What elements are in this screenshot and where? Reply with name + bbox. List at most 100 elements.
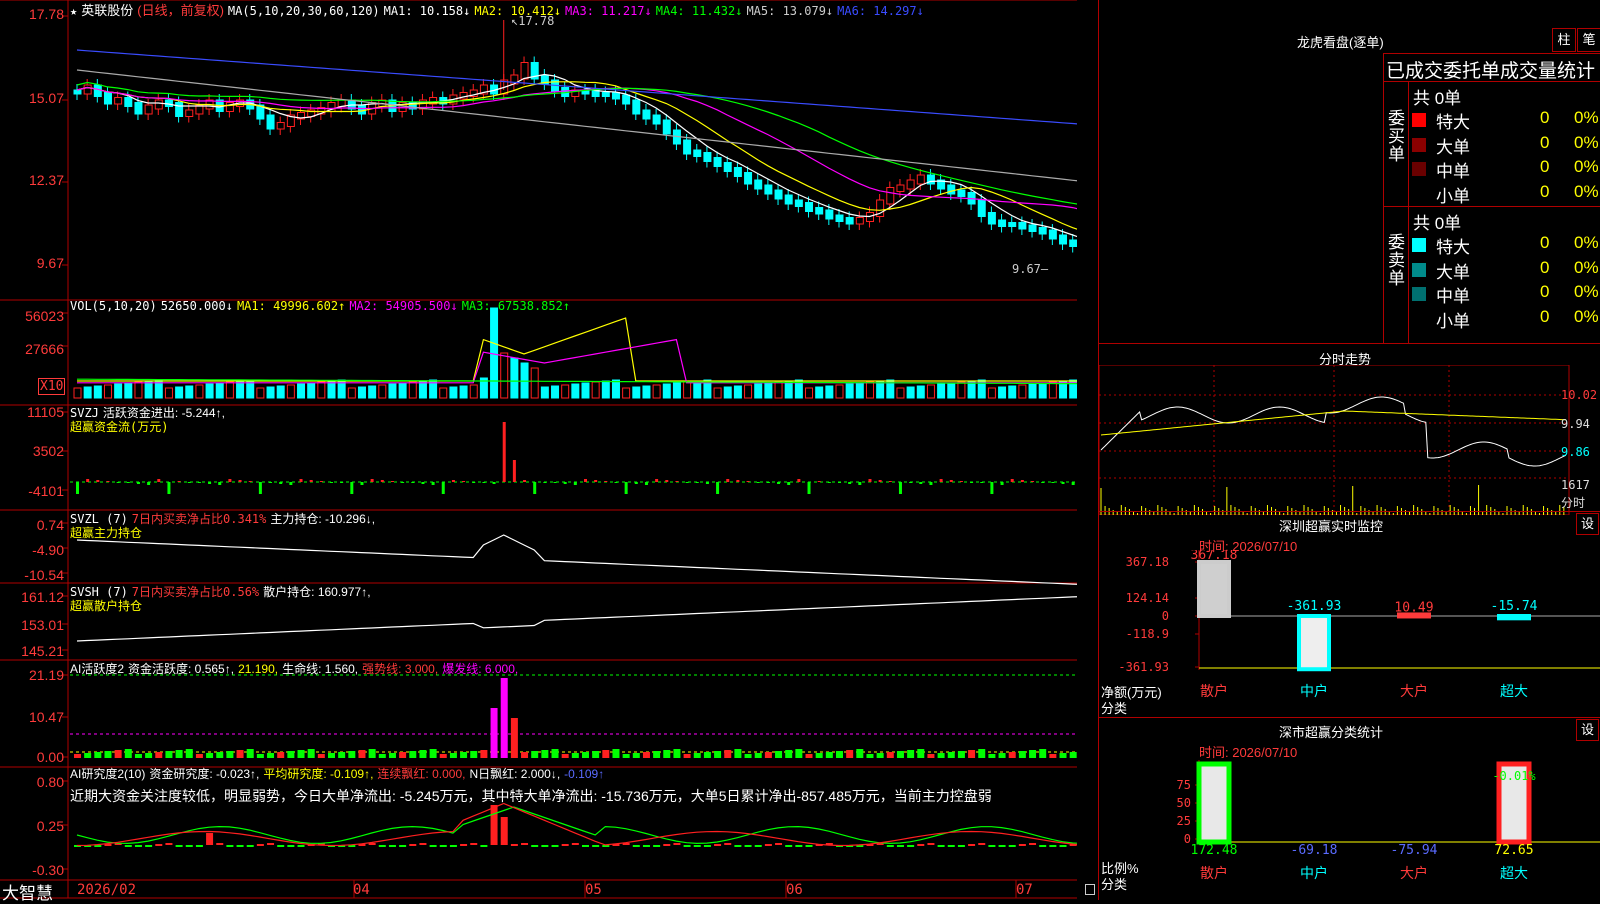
svzj-bar — [126, 482, 130, 483]
ai2-bar — [734, 749, 742, 758]
candle-body — [744, 172, 753, 185]
svzj-bar — [177, 481, 181, 482]
ai3-bar — [409, 844, 417, 846]
monitor-value: -361.93 — [1287, 599, 1342, 614]
bar-view-button[interactable]: 柱 — [1552, 28, 1576, 52]
candle-body — [175, 102, 184, 117]
kline-chart-area[interactable]: ★ 英联股份 (日线，前复权) MA(5,10,20,30,60,120) MA1: 1… — [0, 0, 1095, 903]
volume-bar — [998, 386, 1007, 399]
ai3-bar — [988, 845, 996, 847]
candle-body — [124, 97, 133, 107]
ai2-bar — [277, 752, 285, 758]
ai2-bar — [348, 751, 356, 758]
ai2-item: 强势线: 3.000, — [362, 662, 439, 676]
ai2-bar — [317, 754, 325, 758]
ai2-bar — [825, 752, 833, 758]
svzj-bar — [878, 480, 882, 482]
ai2-bar — [561, 754, 569, 758]
classify-value: 72.65 — [1494, 843, 1533, 858]
ai2-bar — [957, 751, 965, 758]
volume-bar — [378, 384, 387, 399]
volume-bar — [601, 380, 610, 399]
ai2-bar — [338, 752, 346, 758]
ma1-line — [76, 73, 1077, 238]
ai2-bar — [937, 753, 945, 758]
ai2-bar — [206, 753, 214, 758]
ai2-bar — [470, 751, 478, 758]
ai3-bar — [460, 844, 468, 846]
svzj-bar — [116, 482, 120, 483]
ai2-bar — [764, 752, 772, 758]
svzj-bar — [817, 481, 821, 482]
svzj-bar — [868, 479, 872, 482]
volume-bar — [896, 387, 905, 399]
ai3-bar — [642, 845, 650, 847]
tick-view-button[interactable]: 笔 — [1577, 28, 1600, 52]
candle-body — [957, 189, 966, 197]
volume-bar — [672, 382, 681, 399]
ai2-bar — [1018, 751, 1026, 758]
ai2-bar — [876, 753, 884, 758]
svsh-ytick: 145.21 — [21, 643, 64, 659]
volume-bar — [744, 384, 753, 399]
ai2-bar — [622, 754, 630, 758]
svzj-bar — [553, 482, 557, 483]
volume-bar — [835, 384, 844, 399]
ai2-bar — [663, 750, 671, 758]
volume-bar — [205, 383, 214, 399]
vol-unit-button[interactable]: X10 — [38, 378, 66, 395]
monitor-category: 中户 — [1300, 683, 1328, 700]
svzj-bar — [980, 482, 984, 483]
volume-bar — [236, 380, 245, 399]
vol-ytick: 27666 — [25, 341, 64, 357]
row-value: 0 — [1540, 132, 1550, 152]
svzj-bar — [543, 482, 547, 483]
svzj-bar — [787, 482, 791, 485]
candle-body — [662, 119, 671, 135]
ma-value: MA4: 11.432↓ — [655, 4, 743, 18]
volume-bar — [1038, 382, 1047, 399]
svzj-bar — [228, 479, 232, 482]
ai3-bar — [297, 845, 305, 847]
ai2-bar — [480, 750, 488, 758]
volume-bar — [439, 387, 448, 399]
ai2-bar — [328, 753, 335, 758]
monitor-bar — [1497, 614, 1531, 621]
ai3-bar — [399, 845, 407, 847]
svzj-bar — [451, 480, 455, 482]
monitor-ytick: 367.18 — [1126, 555, 1169, 569]
ai2-bar — [998, 753, 1006, 758]
legend-swatch — [1412, 137, 1426, 152]
classify-settings-button[interactable]: 设 — [1576, 719, 1599, 741]
svzj-bar — [1061, 482, 1065, 484]
svzj-bar — [136, 482, 140, 484]
row-pct: 0% — [1574, 108, 1599, 127]
ai3-bar — [216, 843, 224, 845]
candle-body — [703, 152, 712, 162]
volume-bar — [185, 385, 194, 399]
ai3-bar — [510, 844, 518, 846]
classify-category: 超大 — [1500, 866, 1528, 882]
svzj-bar — [472, 482, 476, 483]
classify-category: 大户 — [1400, 865, 1428, 882]
ma-value: MA1: 10.158↓ — [383, 4, 471, 18]
svzj-bar — [949, 480, 953, 482]
ai2-bar — [175, 750, 183, 758]
volume-bar — [733, 385, 742, 399]
volume-bar — [307, 382, 316, 399]
svzj-bar — [86, 479, 90, 482]
ai2-bar — [399, 752, 407, 758]
ai2-item: 资金活跃度: 0.565↑, — [128, 662, 235, 676]
volume-bar — [926, 384, 935, 399]
svzj-bar — [634, 482, 638, 484]
lock-icon[interactable] — [1085, 884, 1095, 895]
svzj-bar — [96, 480, 100, 482]
monitor-settings-button[interactable]: 设 — [1576, 513, 1599, 535]
svzj-bar — [1020, 480, 1024, 482]
ai2-bar — [1049, 754, 1057, 758]
intraday-chart[interactable] — [1099, 365, 1600, 515]
classify-top-label: -0.01% — [1492, 769, 1536, 783]
classify-ytick: 25 — [1177, 814, 1191, 828]
ai3-bar — [480, 845, 488, 847]
volume-bar — [1018, 384, 1027, 399]
